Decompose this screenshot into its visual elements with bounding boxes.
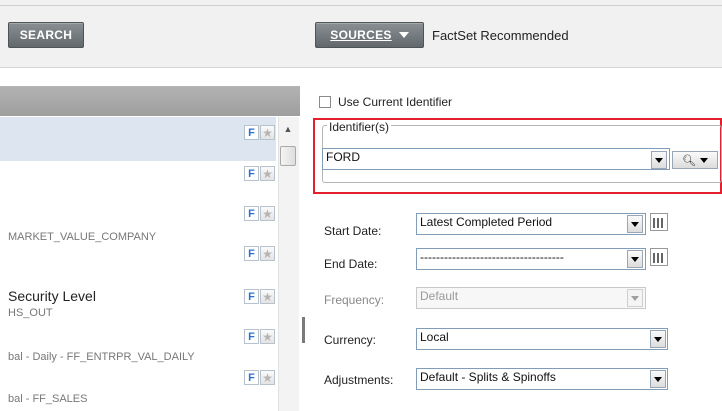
formula-f-button[interactable]: F bbox=[244, 125, 259, 140]
end-date-select[interactable]: ------------------------------------ bbox=[416, 248, 646, 270]
identifiers-legend: Identifier(s) bbox=[327, 120, 392, 134]
start-date-label: Start Date: bbox=[324, 224, 382, 238]
list-item-title[interactable]: Security Level bbox=[8, 288, 96, 304]
star-icon[interactable]: ★ bbox=[260, 370, 275, 385]
start-date-select[interactable]: Latest Completed Period bbox=[416, 213, 646, 235]
scrollbar-thumb[interactable] bbox=[280, 146, 296, 166]
identifier-dropdown[interactable] bbox=[651, 151, 667, 169]
list-item-subtitle: bal - FF_SALES bbox=[8, 393, 88, 405]
adjustments-label: Adjustments: bbox=[324, 373, 394, 387]
toolbar-rule bbox=[0, 5, 722, 6]
left-panel-header bbox=[0, 86, 300, 116]
formula-f-button[interactable]: F bbox=[244, 289, 259, 304]
chevron-down-icon bbox=[398, 32, 409, 38]
star-icon[interactable]: ★ bbox=[260, 329, 275, 344]
chevron-down-icon bbox=[655, 157, 663, 163]
currency-dropdown[interactable] bbox=[650, 330, 666, 348]
chevron-down-icon bbox=[631, 256, 639, 262]
end-date-calendar-icon[interactable] bbox=[650, 248, 668, 266]
sources-button[interactable]: SOURCES bbox=[315, 22, 424, 48]
scroll-up-icon[interactable]: ▲ bbox=[278, 124, 298, 140]
search-button[interactable]: SEARCH bbox=[8, 22, 84, 48]
use-current-identifier-label: Use Current Identifier bbox=[338, 95, 453, 109]
formula-f-button[interactable]: F bbox=[244, 370, 259, 385]
start-date-calendar-icon[interactable] bbox=[650, 213, 668, 231]
search-icon: 🔍︎ bbox=[682, 154, 696, 167]
identifier-lookup-button[interactable]: 🔍︎ bbox=[672, 151, 718, 169]
currency-label: Currency: bbox=[324, 333, 377, 347]
frequency-label: Frequency: bbox=[324, 293, 385, 307]
list-item-subtitle: HS_OUT bbox=[8, 307, 53, 319]
star-icon[interactable]: ★ bbox=[260, 246, 275, 261]
list-item-subtitle: MARKET_VALUE_COMPANY bbox=[8, 231, 157, 243]
formula-f-button[interactable]: F bbox=[244, 206, 259, 221]
adjustments-dropdown[interactable] bbox=[650, 370, 666, 388]
currency-select[interactable]: Local bbox=[416, 328, 668, 350]
panel-splitter-handle[interactable] bbox=[302, 317, 305, 343]
identifier-input[interactable]: FORD bbox=[322, 148, 670, 170]
star-icon[interactable]: ★ bbox=[260, 125, 275, 140]
chevron-down-icon bbox=[631, 221, 639, 227]
frequency-select[interactable]: Default bbox=[416, 287, 646, 309]
formula-f-button[interactable]: F bbox=[244, 329, 259, 344]
chevron-down-icon bbox=[699, 157, 708, 163]
sources-button-label: SOURCES bbox=[330, 28, 392, 42]
adjustments-select[interactable]: Default - Splits & Spinoffs bbox=[416, 368, 668, 390]
search-button-label: SEARCH bbox=[19, 28, 73, 42]
list-item-subtitle: bal - Daily - FF_ENTRPR_VAL_DAILY bbox=[8, 351, 195, 363]
start-date-dropdown[interactable] bbox=[627, 215, 643, 233]
formula-f-button[interactable]: F bbox=[244, 246, 259, 261]
star-icon[interactable]: ★ bbox=[260, 206, 275, 221]
chevron-down-icon bbox=[631, 295, 639, 301]
chevron-down-icon bbox=[654, 376, 662, 382]
end-date-dropdown[interactable] bbox=[627, 250, 643, 268]
formula-f-button[interactable]: F bbox=[244, 166, 259, 181]
star-icon[interactable]: ★ bbox=[260, 289, 275, 304]
star-icon[interactable]: ★ bbox=[260, 166, 275, 181]
chevron-down-icon bbox=[654, 336, 662, 342]
selected-row-highlight[interactable] bbox=[0, 117, 276, 161]
end-date-label: End Date: bbox=[324, 257, 378, 271]
use-current-identifier-checkbox[interactable] bbox=[319, 96, 331, 108]
sources-value: FactSet Recommended bbox=[432, 28, 569, 43]
frequency-dropdown[interactable] bbox=[627, 289, 643, 307]
